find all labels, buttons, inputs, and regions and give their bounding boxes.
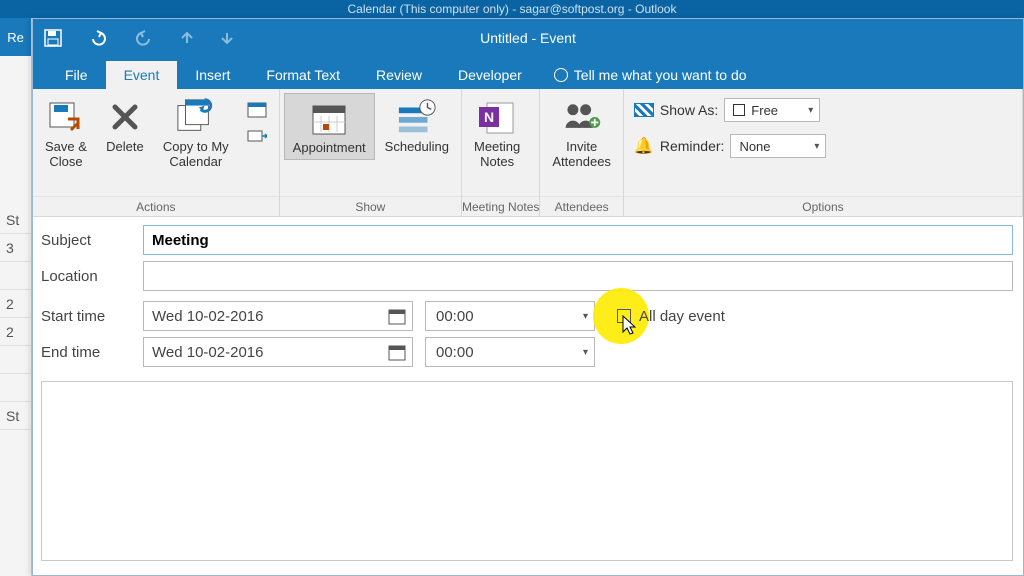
caret-down-icon: ▾ [808,105,813,116]
meeting-notes-label: Meeting Notes [474,139,520,169]
forward-mini-icon[interactable] [245,127,269,147]
end-date-picker[interactable]: Wed 10-02-2016 [143,337,413,367]
subject-label: Subject [41,232,143,249]
group-meeting-notes-label: Meeting Notes [462,196,539,216]
copy-calendar-icon [176,97,216,137]
appointment-label: Appointment [293,140,366,155]
group-show: Appointment Scheduling Show [280,89,462,216]
start-time-label: Start time [41,308,143,325]
calendar-icon [388,343,406,361]
tab-event[interactable]: Event [106,61,178,89]
delete-icon [105,97,145,137]
group-attendees-label: Attendees [540,196,623,216]
save-close-icon [46,97,86,137]
group-options: Show As: Free ▾ 🔔 Reminder: None ▾ Optio… [624,89,1023,216]
tab-format-text[interactable]: Format Text [248,61,358,89]
end-time-value: 00:00 [436,344,474,361]
start-date-picker[interactable]: Wed 10-02-2016 [143,301,413,331]
tell-me-label: Tell me what you want to do [574,67,747,83]
tab-file[interactable]: File [47,61,106,89]
tab-review[interactable]: Review [358,61,440,89]
lightbulb-icon [554,68,568,82]
show-as-swatch-icon [634,103,654,117]
scheduling-button[interactable]: Scheduling [377,93,457,158]
bg-row: 3 [0,234,31,262]
group-actions-label: Actions [33,196,279,216]
next-icon[interactable] [219,30,235,46]
caret-down-icon: ▾ [583,311,588,322]
ribbon: Save & Close Delete Copy to My Calendar [33,89,1023,217]
copy-calendar-label: Copy to My Calendar [163,139,229,169]
start-time-value: 00:00 [436,308,474,325]
bg-row: St [0,206,31,234]
show-as-label: Show As: [660,102,718,118]
group-options-label: Options [624,196,1022,216]
tab-insert[interactable]: Insert [177,61,248,89]
meeting-notes-button[interactable]: N Meeting Notes [466,93,528,173]
end-date-value: Wed 10-02-2016 [152,344,263,361]
event-form: Subject Location Start time Wed 10-02-20… [33,217,1023,571]
tab-developer[interactable]: Developer [440,61,540,89]
delete-label: Delete [106,139,144,154]
location-label: Location [41,268,143,285]
background-window-sliver: Re St 3 2 2 St [0,18,32,576]
bg-row [0,262,31,290]
event-window: Untitled - Event File Event Insert Forma… [32,18,1024,576]
reminder-dropdown[interactable]: None ▾ [730,134,826,158]
reminder-label: Reminder: [660,138,725,154]
reminder-value: None [739,139,770,154]
event-body-textarea[interactable] [41,381,1013,561]
group-actions: Save & Close Delete Copy to My Calendar [33,89,280,216]
location-input[interactable] [143,261,1013,291]
invite-attendees-label: Invite Attendees [552,139,611,169]
free-square-icon [733,104,745,116]
calendar-mini-icon[interactable] [245,99,269,119]
appointment-button[interactable]: Appointment [284,93,375,160]
save-close-label: Save & Close [45,139,87,169]
all-day-label: All day event [639,308,725,325]
start-time-picker[interactable]: 00:00 ▾ [425,301,595,331]
redo-icon[interactable] [133,29,155,47]
background-stub: Re [0,18,31,56]
end-time-label: End time [41,344,143,361]
mouse-cursor-icon [621,314,639,336]
undo-icon[interactable] [87,29,109,47]
tell-me-search[interactable]: Tell me what you want to do [540,61,761,89]
copy-to-calendar-button[interactable]: Copy to My Calendar [155,93,237,173]
bell-icon: 🔔 [634,136,654,156]
bg-row: 2 [0,318,31,346]
caret-down-icon: ▾ [814,141,819,152]
calendar-icon [388,307,406,325]
group-show-label: Show [280,196,461,216]
bg-row [0,346,31,374]
group-meeting-notes: N Meeting Notes Meeting Notes [462,89,540,216]
caret-down-icon: ▾ [583,347,588,358]
invite-attendees-button[interactable]: Invite Attendees [544,93,619,173]
scheduling-label: Scheduling [385,139,449,154]
delete-button[interactable]: Delete [97,93,153,158]
group-attendees: Invite Attendees Attendees [540,89,624,216]
bg-row [0,374,31,402]
save-and-close-button[interactable]: Save & Close [37,93,95,173]
invite-attendees-icon [562,97,602,137]
svg-text:N: N [484,109,494,125]
background-app-title: Calendar (This computer only) - sagar@so… [0,0,1024,18]
subject-input[interactable] [143,225,1013,255]
ribbon-tabs: File Event Insert Format Text Review Dev… [33,57,1023,89]
bg-row: St [0,402,31,430]
save-icon[interactable] [43,28,63,48]
end-time-picker[interactable]: 00:00 ▾ [425,337,595,367]
show-as-dropdown[interactable]: Free ▾ [724,98,820,122]
all-day-checkbox[interactable]: All day event [617,308,725,325]
appointment-icon [309,98,349,138]
onenote-icon: N [477,97,517,137]
quick-access-toolbar: Untitled - Event [33,19,1023,57]
show-as-value: Free [751,103,778,118]
bg-row: 2 [0,290,31,318]
scheduling-icon [397,97,437,137]
previous-icon[interactable] [179,30,195,46]
start-date-value: Wed 10-02-2016 [152,308,263,325]
